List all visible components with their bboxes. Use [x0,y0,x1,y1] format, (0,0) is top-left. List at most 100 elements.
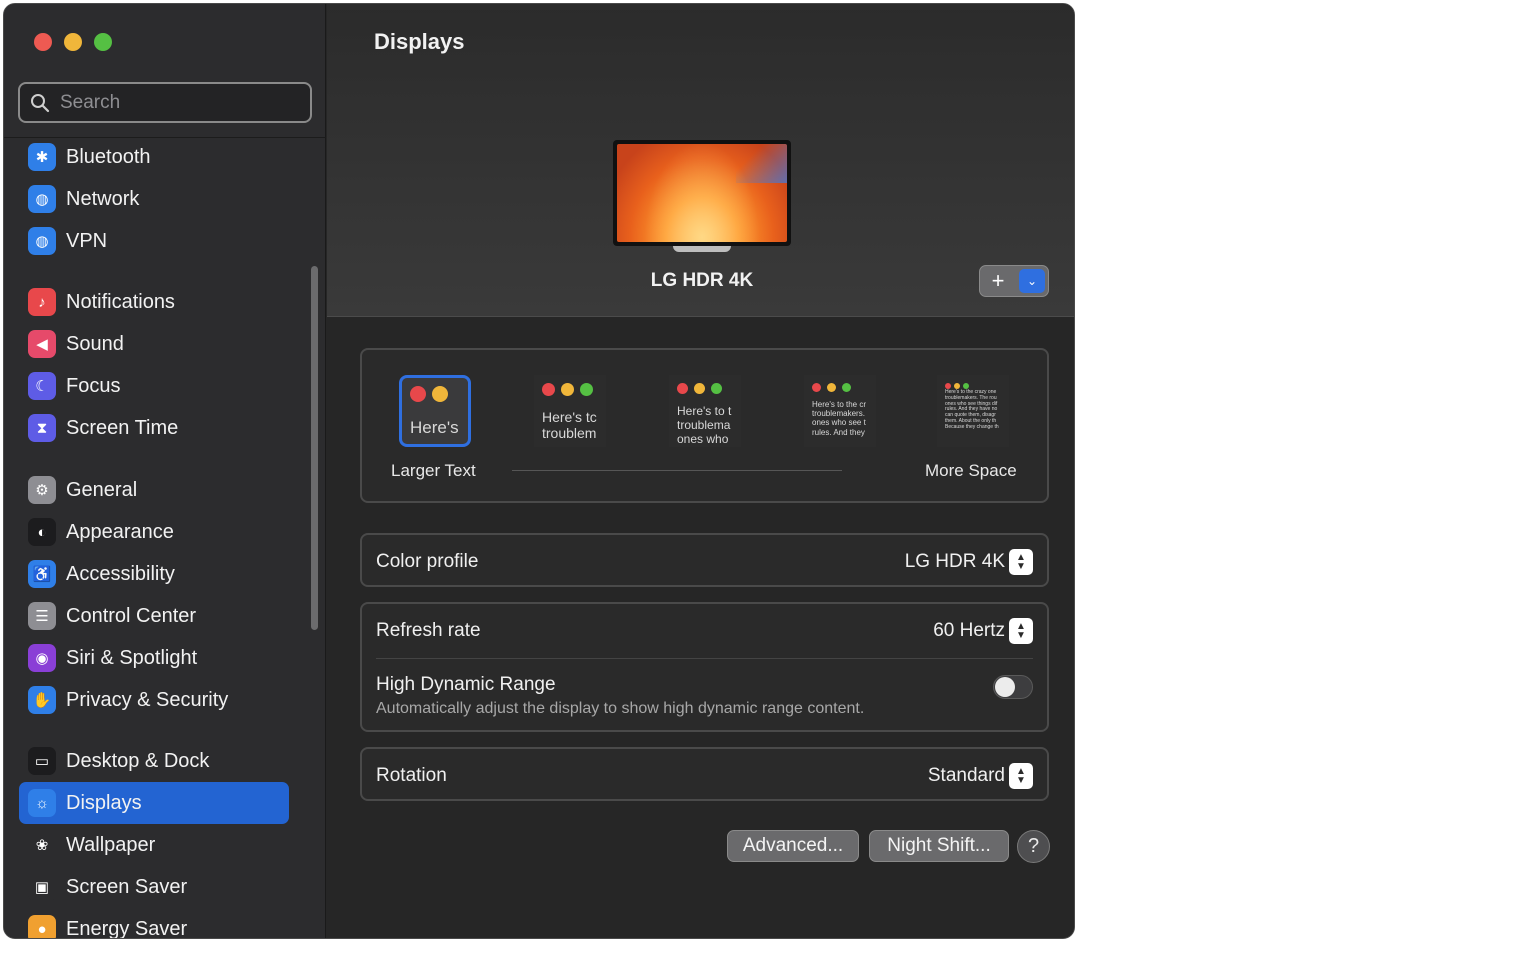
sidebar-item-privacy-security[interactable]: ✋ Privacy & Security [19,679,289,721]
minimize-window-button[interactable] [64,33,82,51]
more-space-label: More Space [925,461,1017,480]
page-title: Displays [374,29,465,54]
resolution-sample-text: Here's to the cr troublemakers. ones who… [812,400,866,437]
sidebar-item-label: Sound [66,332,124,355]
sun-icon: ☼ [28,789,56,817]
popup-stepper-icon[interactable]: ▲ ▼ [1009,549,1033,575]
night-shift-button[interactable]: Night Shift... [869,830,1009,862]
resolution-sample-text: Here's to t troublema ones who [677,404,732,446]
sidebar-item-label: Wallpaper [66,833,156,856]
toggles-icon: ☰ [28,602,56,630]
display-thumbnail[interactable] [613,140,791,246]
hdr-toggle[interactable] [993,675,1033,699]
popup-stepper-icon[interactable]: ▲ ▼ [1009,763,1033,789]
sidebar-item-appearance[interactable]: ◐ Appearance [19,511,289,553]
refresh-rate-row[interactable]: Refresh rate 60 Hertz ▲ ▼ [362,604,1047,658]
sidebar-item-label: Screen Time [66,416,179,439]
hourglass-icon: ⧗ [28,414,56,442]
popup-stepper-icon[interactable]: ▲ ▼ [1009,618,1033,644]
close-window-button[interactable] [34,33,52,51]
speaker-icon: ◀ [28,330,56,358]
sidebar-item-displays[interactable]: ☼ Displays [19,782,289,824]
help-button[interactable]: ? [1017,830,1050,863]
resolution-option-2[interactable]: Here's tc troublem [534,375,606,447]
flower-icon: ❀ [28,831,56,859]
sidebar-item-label: Screen Saver [66,875,188,898]
sidebar-item-label: Energy Saver [66,917,188,939]
wallpaper-preview [617,144,787,242]
sidebar-item-accessibility[interactable]: ♿ Accessibility [19,553,289,595]
accessibility-icon: ♿ [28,560,56,588]
globe-icon: ◍ [28,185,56,213]
sidebar-item-label: Privacy & Security [66,688,229,711]
search-field[interactable]: Search [18,82,312,123]
resolution-card: Here's Here's tc troublem Here's to t tr… [360,348,1049,503]
rotation-row[interactable]: Rotation Standard ▲ ▼ [362,749,1047,803]
add-display-control[interactable]: + ⌄ [979,265,1049,297]
rotation-value[interactable]: Standard [928,765,1005,787]
hand-icon: ✋ [28,686,56,714]
resolution-sample-text: Here's tc troublem [542,409,597,442]
sidebar-item-general[interactable]: ⚙ General [19,469,289,511]
sidebar-item-focus[interactable]: ☾ Focus [19,365,289,407]
bulb-icon: ● [28,915,56,938]
monitor-stand [673,246,731,252]
search-placeholder: Search [60,91,121,113]
vpn-globe-icon: ◍ [28,227,56,255]
resolution-option-3[interactable]: Here's to t troublema ones who [669,375,741,447]
row-divider [376,658,1033,659]
sidebar-item-label: Bluetooth [66,145,151,168]
sidebar-item-wallpaper[interactable]: ❀ Wallpaper [19,824,289,866]
siri-icon: ◉ [28,644,56,672]
sidebar-item-label: Appearance [66,520,174,543]
sidebar-item-siri-spotlight[interactable]: ◉ Siri & Spotlight [19,637,289,679]
resolution-option-larger-text[interactable]: Here's [399,375,471,447]
sidebar-item-label: General [66,478,138,501]
refresh-hdr-card: Refresh rate 60 Hertz ▲ ▼ High Dynamic Ra… [360,602,1049,732]
sidebar-item-screen-saver[interactable]: ▣ Screen Saver [19,866,289,908]
resolution-option-more-space[interactable]: Here's to the crazy one troublemakers. T… [937,375,1009,447]
add-display-button[interactable]: + [980,266,1016,296]
dock-icon: ▭ [28,747,56,775]
sidebar-item-label: Displays [66,791,142,814]
appearance-icon: ◐ [28,518,56,546]
sidebar-item-energy-saver[interactable]: ● Energy Saver [19,908,289,939]
sidebar-item-screen-time[interactable]: ⧗ Screen Time [19,407,289,449]
sidebar-item-sound[interactable]: ◀ Sound [19,323,289,365]
sidebar-item-label: Control Center [66,604,197,627]
resolution-option-4[interactable]: Here's to the cr troublemakers. ones who… [804,375,876,447]
display-header: Displays LG HDR 4K + ⌄ [327,4,1074,317]
sidebar: Search ✱ Bluetooth ◍ Network ◍ VPN ♪ Notificati… [4,4,326,938]
rotation-label: Rotation [376,765,447,786]
bell-icon: ♪ [28,288,56,316]
sidebar-item-control-center[interactable]: ☰ Control Center [19,595,289,637]
color-profile-row[interactable]: Color profile LG HDR 4K ▲ ▼ [362,535,1047,589]
sidebar-item-label: Focus [66,374,121,397]
larger-text-label: Larger Text [391,461,476,480]
sidebar-item-label: Network [66,187,140,210]
sidebar-item-notifications[interactable]: ♪ Notifications [19,281,289,323]
color-profile-card: Color profile LG HDR 4K ▲ ▼ [360,533,1049,587]
toggle-knob [995,677,1015,697]
window-controls [34,33,112,51]
resolution-sample-text: Here's to the crazy one troublemakers. T… [945,389,999,430]
zoom-window-button[interactable] [94,33,112,51]
screensaver-icon: ▣ [28,873,56,901]
sidebar-item-label: Notifications [66,290,175,313]
sidebar-item-network[interactable]: ◍ Network [19,178,289,220]
sidebar-scrollbar[interactable] [311,266,318,630]
sidebar-item-label: Accessibility [66,562,175,585]
display-name: LG HDR 4K [650,270,754,291]
sidebar-item-vpn[interactable]: ◍ VPN [19,220,289,262]
chevron-down-icon[interactable]: ⌄ [1019,269,1045,293]
hdr-text: High Dynamic Range Automatically adjust … [376,674,864,718]
moon-icon: ☾ [28,372,56,400]
sidebar-item-desktop-dock[interactable]: ▭ Desktop & Dock [19,740,289,782]
advanced-button[interactable]: Advanced... [727,830,859,862]
color-profile-value[interactable]: LG HDR 4K [905,551,1005,573]
resolution-track [512,470,842,471]
hdr-label: High Dynamic Range [376,674,556,695]
refresh-rate-value[interactable]: 60 Hertz [933,620,1005,642]
sidebar-item-bluetooth[interactable]: ✱ Bluetooth [19,136,289,178]
refresh-rate-label: Refresh rate [376,620,481,641]
